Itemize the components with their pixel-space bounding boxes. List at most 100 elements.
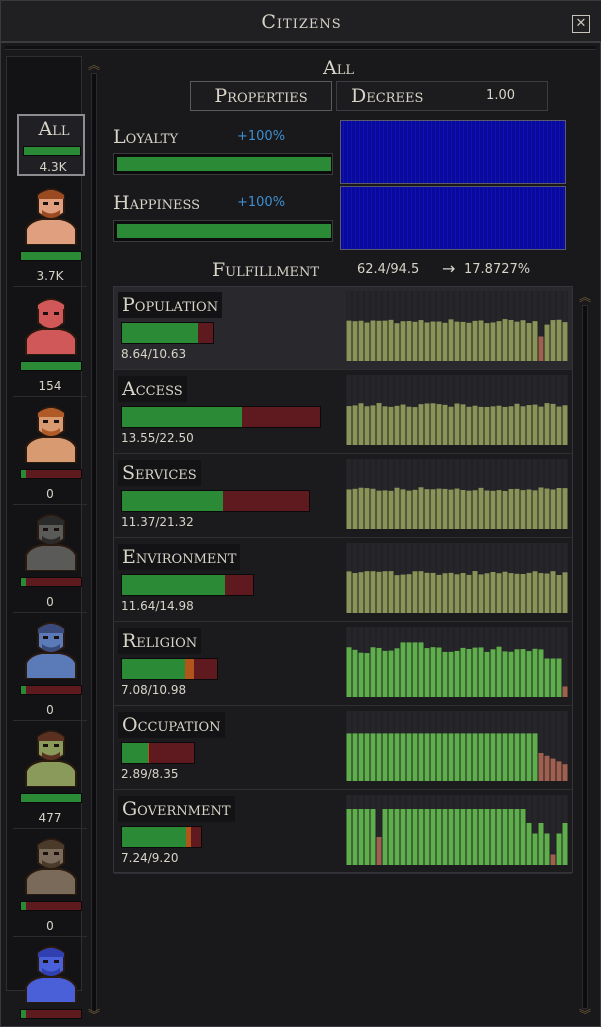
race-item-blue-beast[interactable]: 0 (13, 613, 87, 721)
history-bar (520, 649, 526, 697)
history-bar (514, 733, 520, 781)
race-bar (20, 251, 82, 261)
need-row-environment[interactable]: Environment 11.64/14.98 (114, 539, 572, 622)
need-row-religion[interactable]: Religion 7.08/10.98 (114, 623, 572, 706)
history-bar (526, 733, 532, 781)
history-bar (466, 809, 472, 865)
scroll-up-icon[interactable]: ︽ (578, 291, 592, 303)
history-bar (430, 733, 436, 781)
history-bar (526, 651, 532, 697)
need-bar (121, 490, 310, 512)
race-item-human[interactable]: 3.7K (13, 179, 87, 287)
need-row-population[interactable]: Population 8.64/10.63 (114, 287, 572, 370)
history-bar (472, 571, 478, 613)
race-count: 0 (46, 919, 54, 933)
need-row-services[interactable]: Services 11.37/21.32 (114, 455, 572, 538)
history-bar (472, 320, 478, 361)
need-row-government[interactable]: Government 7.24/9.20 (114, 791, 572, 874)
history-bar (514, 573, 520, 613)
history-bar (382, 809, 388, 865)
tab-label: Properties (214, 85, 308, 107)
history-bar (406, 733, 412, 781)
race-item-green-woman[interactable]: 477 (13, 721, 87, 829)
history-bar (490, 572, 496, 613)
history-bar (412, 733, 418, 781)
need-history-chart (346, 291, 568, 361)
history-bar (490, 733, 496, 781)
history-bar (520, 733, 526, 781)
scroll-track[interactable] (91, 73, 97, 1013)
history-bar (424, 403, 430, 445)
tab-properties[interactable]: Properties (190, 81, 332, 111)
race-item-red-spiked[interactable]: 154 (13, 289, 87, 397)
race-bar-fill (21, 686, 26, 694)
close-icon[interactable]: ✕ (572, 15, 590, 33)
need-history-chart (346, 795, 568, 865)
tab-decrees[interactable]: Decrees 1.00 (336, 81, 548, 111)
history-bar (562, 572, 568, 613)
scroll-track[interactable] (582, 305, 588, 1009)
history-bar (472, 647, 478, 697)
history-bar (526, 572, 532, 613)
history-bar (412, 809, 418, 865)
history-bar (508, 809, 514, 865)
history-bar (400, 574, 406, 613)
history-bar (448, 489, 454, 529)
need-row-occupation[interactable]: Occupation 2.89/8.35 (114, 707, 572, 790)
race-item-dark-armored[interactable]: 0 (13, 505, 87, 613)
need-bar-pending (184, 659, 195, 679)
history-bar (562, 764, 568, 781)
history-bar (538, 406, 544, 445)
title-bar: Citizens ✕ (1, 1, 601, 43)
history-bar (454, 403, 460, 445)
history-bar (550, 854, 556, 865)
arrow-right-icon: → (442, 259, 456, 278)
scroll-down-icon[interactable]: ︾ (578, 1009, 592, 1021)
race-item-tentacled[interactable]: 0 (13, 829, 87, 937)
history-bar (544, 488, 550, 529)
need-row-access[interactable]: Access 13.55/22.50 (114, 371, 572, 454)
loyalty-history-chart (340, 120, 566, 184)
history-bar (538, 753, 544, 781)
need-bar-fill (122, 659, 185, 679)
decrees-value: 1.00 (486, 88, 515, 103)
history-bar (388, 406, 394, 445)
history-bar (496, 809, 502, 865)
race-portrait-red-spiked (22, 293, 80, 356)
history-bar (436, 733, 442, 781)
history-bar (520, 490, 526, 529)
history-bar (502, 809, 508, 865)
history-bar (382, 406, 388, 445)
race-bar (20, 577, 82, 587)
race-item-dwarf[interactable]: 0 (13, 397, 87, 505)
history-bar (544, 658, 550, 697)
history-bar (370, 488, 376, 529)
history-bar (424, 648, 430, 697)
race-bar-fill (21, 1010, 26, 1018)
history-bar (478, 809, 484, 865)
history-bar (370, 809, 376, 865)
history-bar (430, 809, 436, 865)
history-bar (532, 648, 538, 697)
race-item-all[interactable]: All 4.3K (17, 114, 85, 176)
history-bar (400, 321, 406, 361)
scroll-down-icon[interactable]: ︾ (87, 1009, 101, 1021)
history-bar (352, 405, 358, 445)
history-bar (364, 322, 370, 361)
history-bar (532, 833, 538, 865)
scroll-up-icon[interactable]: ︽ (87, 59, 101, 71)
history-bar (550, 320, 556, 361)
history-bar (544, 324, 550, 361)
history-bar (352, 809, 358, 865)
needs-scrollbar[interactable]: ︽ ︾ (578, 291, 592, 1025)
race-portrait-blue-beast (22, 617, 80, 680)
history-bar (478, 320, 484, 361)
history-bar (544, 573, 550, 613)
sidebar-scrollbar[interactable]: ︽ ︾ (87, 59, 101, 1025)
history-bar (532, 404, 538, 445)
history-bar (514, 809, 520, 865)
race-item-blue-stone[interactable]: 0 (13, 937, 87, 1027)
history-bar (550, 571, 556, 613)
race-bar-fill (21, 794, 81, 802)
history-bar (556, 406, 562, 445)
